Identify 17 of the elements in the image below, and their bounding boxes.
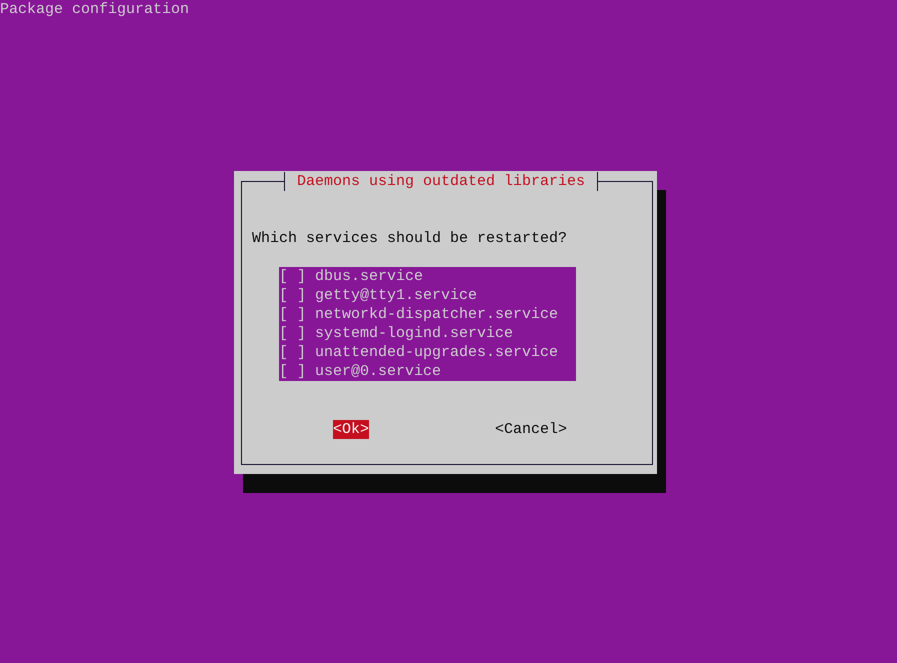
service-item[interactable]: unattended-upgrades.service: [315, 343, 558, 362]
checkbox[interactable]: [ ]: [279, 324, 306, 343]
checkbox[interactable]: [ ]: [279, 305, 306, 324]
service-item[interactable]: getty@tty1.service: [315, 286, 478, 305]
service-item[interactable]: systemd-logind.service: [315, 324, 514, 343]
service-item[interactable]: networkd-dispatcher.service: [315, 305, 558, 324]
service-item[interactable]: user@0.service: [315, 362, 442, 381]
prompt-text: Which services should be restarted?: [252, 229, 568, 248]
dialog-button[interactable]: <Ok>: [333, 420, 370, 439]
service-item[interactable]: dbus.service: [315, 267, 424, 286]
checkbox[interactable]: [ ]: [279, 267, 306, 286]
checkbox[interactable]: [ ]: [279, 286, 306, 305]
dialog-title: Daemons using outdated libraries: [284, 172, 598, 191]
checkbox[interactable]: [ ]: [279, 343, 306, 362]
dialog-button[interactable]: <Cancel>: [495, 420, 568, 439]
screen-title: Package configuration: [0, 0, 190, 19]
checkbox[interactable]: [ ]: [279, 362, 306, 381]
